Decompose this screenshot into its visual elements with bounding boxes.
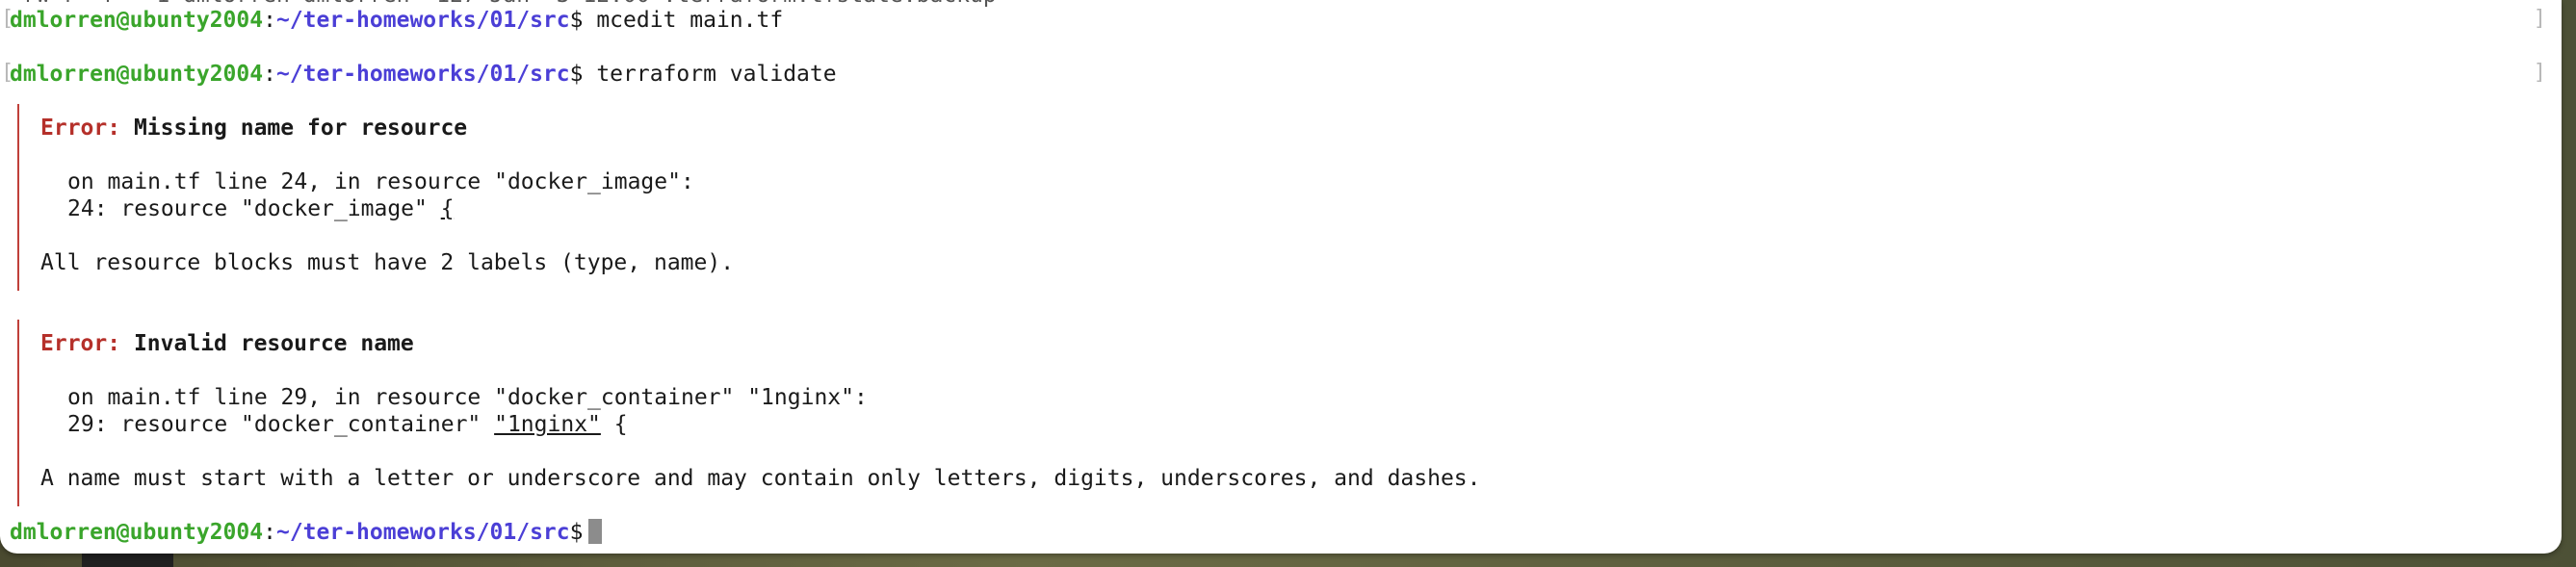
error-message: All resource blocks must have 2 labels (…: [40, 250, 735, 275]
error-location: on main.tf line 24, in resource "docker_…: [67, 169, 694, 194]
error-label: Error:: [40, 331, 121, 356]
prompt-path: ~/ter-homeworks/01/src: [275, 62, 570, 87]
error-heading: Error: Missing name for resource: [40, 115, 467, 142]
prompt-line-1: dmlorren@ubunty2004:~/ter-homeworks/01/s…: [10, 7, 783, 34]
prompt-path: ~/ter-homeworks/01/src: [275, 8, 570, 33]
prompt-separator: :: [263, 520, 276, 545]
command-text: terraform validate: [596, 62, 837, 87]
code-prefix: 29: resource "docker_container": [67, 412, 495, 437]
error-code-line: 29: resource "docker_container" "1nginx"…: [67, 411, 628, 438]
error-message: A name must start with a letter or under…: [40, 466, 1481, 491]
command-text: mcedit main.tf: [596, 8, 784, 33]
dock-fragment: [82, 554, 173, 567]
error-title: Missing name for resource: [133, 116, 468, 141]
prompt-separator: :: [263, 62, 276, 87]
prompt-path: ~/ter-homeworks/01/src: [275, 520, 570, 545]
prompt-user-host: dmlorren@ubunty2004: [10, 62, 264, 87]
prompt-line-2: dmlorren@ubunty2004:~/ter-homeworks/01/s…: [10, 61, 837, 88]
code-highlight: "1nginx": [494, 412, 601, 437]
prompt-separator: :: [263, 8, 276, 33]
mark-bracket-right: ]: [2533, 61, 2546, 85]
prompt-user-host: dmlorren@ubunty2004: [10, 520, 264, 545]
error-label: Error:: [40, 116, 121, 141]
mark-bracket-right: ]: [2533, 7, 2546, 31]
terminal-window[interactable]: -rw-r--r-- 1 dmlorren dmlorren 127 Jan 3…: [0, 0, 2562, 554]
prompt-dollar: $: [569, 8, 584, 33]
error-heading: Error: Invalid resource name: [40, 330, 414, 357]
prompt-user-host: dmlorren@ubunty2004: [10, 8, 264, 33]
code-highlight: {: [440, 196, 455, 221]
error-bar: [17, 104, 19, 291]
error-bar: [17, 320, 19, 506]
error-location: on main.tf line 29, in resource "docker_…: [67, 385, 868, 410]
error-code-line: 24: resource "docker_image" {: [67, 195, 455, 222]
code-suffix: {: [600, 412, 628, 437]
prompt-dollar: $: [569, 62, 584, 87]
code-prefix: 24: resource "docker_image": [67, 196, 441, 221]
prompt-dollar: $: [569, 520, 584, 545]
error-title: Invalid resource name: [133, 331, 414, 356]
text-cursor: [588, 519, 603, 544]
prompt-line-3[interactable]: dmlorren@ubunty2004:~/ter-homeworks/01/s…: [10, 519, 603, 546]
